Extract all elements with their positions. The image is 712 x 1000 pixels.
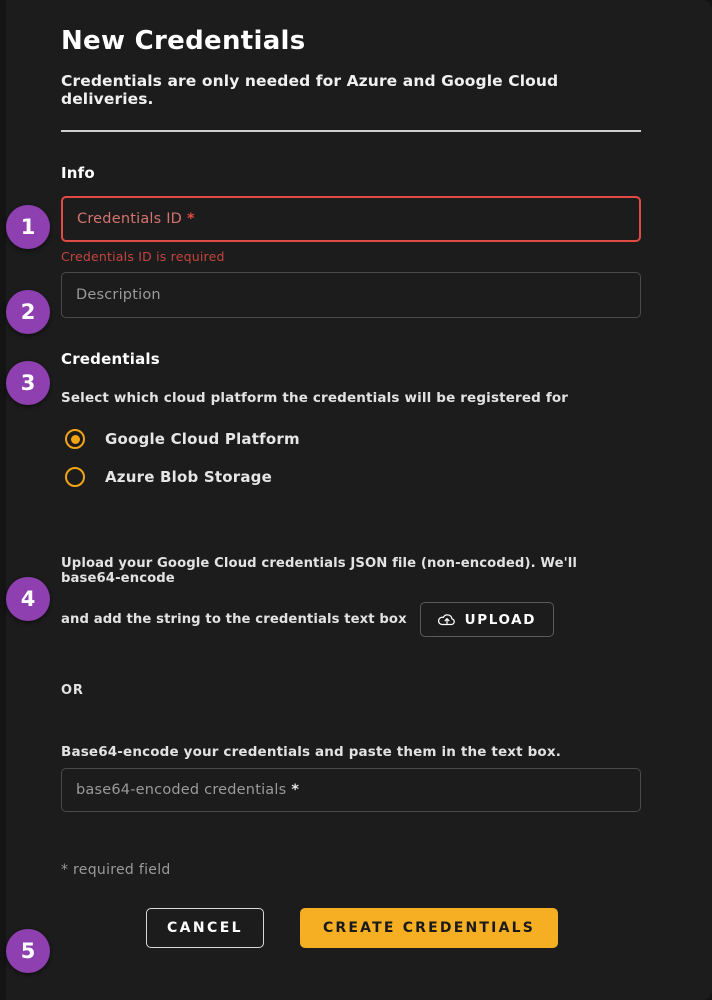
upload-instruction-line2: and add the string to the credentials te… (61, 612, 407, 627)
radio-selected-icon (65, 429, 85, 449)
credentials-id-required-marker: * (187, 211, 195, 227)
step-badge-3: 3 (6, 361, 50, 405)
upload-section: Upload your Google Cloud credentials JSO… (61, 556, 641, 698)
credentials-id-input[interactable]: Credentials ID * (61, 196, 641, 242)
step-badge-5-number: 5 (20, 939, 36, 963)
page-title: New Credentials (61, 26, 306, 56)
step-badge-4-number: 4 (20, 587, 36, 611)
cloud-platform-instruction: Select which cloud platform the credenti… (61, 390, 569, 406)
upload-instruction-line1: Upload your Google Cloud credentials JSO… (61, 556, 577, 586)
radio-option-google-cloud-platform[interactable]: Google Cloud Platform (61, 420, 641, 458)
radio-option-google-cloud-platform-label: Google Cloud Platform (105, 430, 300, 448)
cloud-platform-radio-group: Select which cloud platform the credenti… (61, 390, 641, 496)
header-divider (61, 130, 641, 132)
cancel-button[interactable]: CANCEL (146, 908, 264, 948)
upload-button-label: UPLOAD (464, 611, 537, 628)
or-separator-label: OR (61, 683, 84, 698)
step-badge-2: 2 (6, 290, 50, 334)
step-badge-2-number: 2 (20, 300, 36, 324)
step-badge-5: 5 (6, 929, 50, 973)
form-content: New Credentials Credentials are only nee… (61, 0, 641, 948)
cloud-upload-icon (437, 613, 455, 625)
step-badge-4: 4 (6, 577, 50, 621)
step-badge-1-number: 1 (20, 215, 36, 239)
new-credentials-panel: 1 2 3 4 5 New Credentials Credentials ar… (0, 0, 712, 1000)
radio-option-azure-blob-storage-label: Azure Blob Storage (105, 468, 272, 486)
step-badge-1: 1 (6, 205, 50, 249)
upload-instruction-row: and add the string to the credentials te… (61, 602, 641, 637)
radio-option-azure-blob-storage[interactable]: Azure Blob Storage (61, 458, 641, 496)
create-credentials-button[interactable]: CREATE CREDENTIALS (300, 908, 558, 948)
base64-required-marker: * (291, 782, 299, 798)
required-field-note: * required field (61, 862, 171, 878)
description-input[interactable]: Description (61, 272, 641, 318)
credentials-id-error-message: Credentials ID is required (61, 249, 225, 264)
description-placeholder: Description (76, 287, 161, 303)
form-actions: CANCEL CREATE CREDENTIALS (61, 908, 641, 948)
credentials-section-label: Credentials (61, 350, 160, 368)
base64-credentials-input[interactable]: base64-encoded credentials * (61, 768, 641, 812)
upload-button[interactable]: UPLOAD (419, 602, 555, 637)
panel-left-edge (0, 0, 6, 1000)
base64-credentials-placeholder: base64-encoded credentials (76, 782, 287, 798)
step-badge-3-number: 3 (20, 371, 36, 395)
radio-unselected-icon (65, 467, 85, 487)
info-section-label: Info (61, 164, 95, 182)
base64-instruction: Base64-encode your credentials and paste… (61, 744, 561, 760)
page-subtitle: Credentials are only needed for Azure an… (61, 72, 559, 108)
credentials-id-placeholder: Credentials ID (77, 211, 183, 227)
